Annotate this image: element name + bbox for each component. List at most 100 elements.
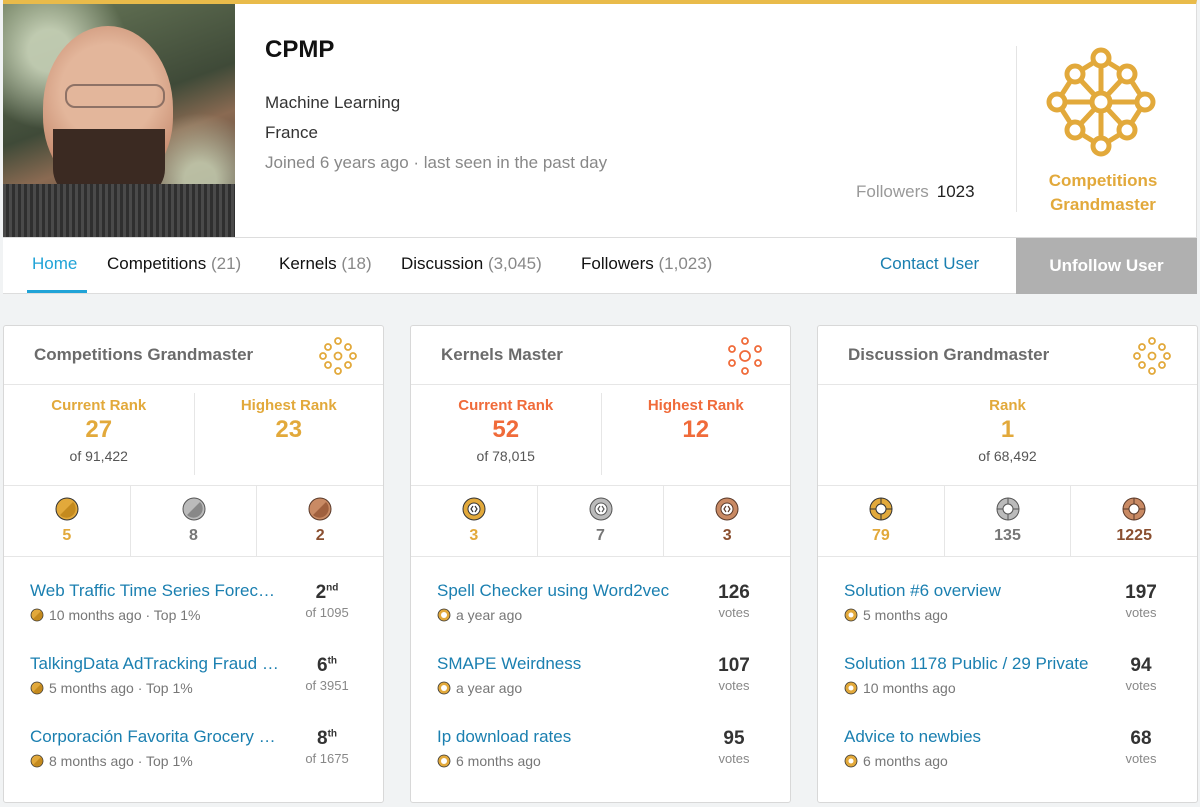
gold-code-medal-icon — [437, 681, 451, 695]
tab-competitions-label: Competitions — [107, 254, 207, 273]
current-rank-total: of 78,015 — [476, 448, 535, 464]
silver-medal-icon — [182, 497, 205, 521]
gold-medal: 79 — [818, 486, 944, 556]
tab-kernels-count: (18) — [341, 254, 372, 273]
gold-code-medal-icon — [437, 754, 451, 768]
silver-medal: 7 — [536, 486, 664, 556]
grandmaster-icon — [319, 337, 357, 375]
silver-discussion-medal-icon — [996, 497, 1019, 521]
gold-medal-icon — [30, 681, 44, 695]
finish-rank-suffix: th — [327, 728, 338, 740]
competition-link[interactable]: Web Traffic Time Series Forecasting — [30, 581, 280, 601]
profile-field: Machine Learning — [265, 93, 401, 112]
gold-medal-count: 79 — [871, 527, 890, 544]
tab-discussion[interactable]: Discussion (3,045) — [401, 254, 542, 274]
votes-label: votes — [1125, 678, 1157, 693]
tab-competitions-count: (21) — [210, 254, 242, 273]
unfollow-user-button[interactable]: Unfollow User — [1016, 238, 1197, 294]
current-rank-value: 52 — [492, 416, 520, 443]
bronze-medal-count: 1225 — [1116, 527, 1152, 544]
followers-count: Followers 1023 — [856, 182, 975, 202]
profile-nav: Home Competitions (21) Kernels (18) Disc… — [3, 237, 1197, 294]
competition-link[interactable]: Corporación Favorita Grocery Sales — [30, 727, 280, 747]
tab-kernels-label: Kernels — [279, 254, 337, 273]
gold-discussion-medal-icon — [844, 681, 858, 695]
medal-counts: 3 7 3 — [411, 486, 790, 557]
list-item: Spell Checker using Word2vec a year ago … — [411, 572, 790, 645]
votes-label: votes — [718, 605, 750, 620]
profile-header: CPMP Machine Learning France Joined 6 ye… — [3, 0, 1197, 237]
current-rank-value: 27 — [85, 416, 113, 443]
list-item: SMAPE Weirdness a year ago 107 votes — [411, 645, 790, 718]
avatar — [3, 4, 235, 237]
bronze-medal: 1225 — [1070, 486, 1197, 556]
item-meta: 10 months ago — [863, 680, 956, 696]
bronze-medal-count: 3 — [722, 527, 732, 544]
finish-rank: 6 — [316, 655, 328, 676]
vote-count: 107 — [718, 655, 750, 676]
finish-rank-suffix: nd — [326, 582, 339, 594]
profile-joined: Joined 6 years ago · last seen in the pa… — [265, 153, 608, 172]
vote-count: 94 — [1130, 655, 1152, 676]
silver-medal-count: 7 — [596, 527, 605, 544]
tab-followers-count: (1,023) — [658, 254, 713, 273]
card-title: Kernels Master — [441, 345, 563, 364]
list-item: Solution 1178 Public / 29 Private 10 mon… — [818, 645, 1197, 718]
item-meta: 5 months ago · Top 1% — [49, 680, 193, 696]
discussion-link[interactable]: Solution 1178 Public / 29 Private — [844, 654, 1094, 674]
item-meta: 10 months ago · Top 1% — [49, 607, 201, 623]
kernel-link[interactable]: Spell Checker using Word2vec — [437, 581, 687, 601]
current-rank-total: of 91,422 — [69, 448, 128, 464]
gold-discussion-medal-icon — [869, 497, 893, 521]
competition-link[interactable]: TalkingData AdTracking Fraud Detection — [30, 654, 280, 674]
tab-followers[interactable]: Followers (1,023) — [581, 254, 712, 274]
discussion-link[interactable]: Advice to newbies — [844, 727, 1094, 747]
tab-home[interactable]: Home — [32, 254, 77, 274]
kernel-link[interactable]: Ip download rates — [437, 727, 687, 747]
card-title: Discussion Grandmaster — [848, 345, 1050, 364]
silver-medal: 8 — [129, 486, 257, 556]
highest-rank-label: Highest Rank — [240, 397, 337, 414]
tab-discussion-label: Discussion — [401, 254, 484, 273]
rank-value: 1 — [1000, 416, 1015, 443]
rank-total: of 68,492 — [978, 448, 1037, 464]
finish-rank: 2 — [315, 582, 327, 603]
gold-discussion-medal-icon — [844, 608, 858, 622]
bronze-medal: 2 — [256, 486, 383, 556]
gold-medal-icon — [30, 608, 44, 622]
gold-medal-count: 3 — [469, 527, 479, 544]
medal-counts: 5 8 2 — [4, 486, 383, 557]
profile-name: CPMP — [265, 36, 335, 63]
active-tab-indicator — [27, 290, 87, 293]
gold-code-medal-icon — [437, 608, 451, 622]
tier-label: Competitions Grandmaster — [1023, 169, 1183, 217]
votes-label: votes — [718, 751, 750, 766]
tab-kernels[interactable]: Kernels (18) — [279, 254, 372, 274]
gold-code-medal-icon — [462, 497, 486, 521]
tab-competitions[interactable]: Competitions (21) — [107, 254, 241, 274]
kernels-card: Kernels Master Current Rank 52 of 78,015… — [410, 325, 791, 803]
item-meta: a year ago — [456, 680, 523, 696]
card-title: Competitions Grandmaster — [34, 345, 254, 364]
finish-rank-suffix: th — [327, 655, 338, 667]
current-rank: Rank 1 of 68,492 — [818, 385, 1197, 485]
competitions-card: Competitions Grandmaster Current Rank 27… — [3, 325, 384, 803]
kernel-link[interactable]: SMAPE Weirdness — [437, 654, 687, 674]
silver-medal: 135 — [943, 486, 1071, 556]
bronze-medal-icon — [308, 497, 332, 521]
list-item: Solution #6 overview 5 months ago 197 vot… — [818, 572, 1197, 645]
followers-label: Followers — [856, 182, 929, 201]
tab-discussion-count: (3,045) — [487, 254, 542, 273]
highest-rank-label: Highest Rank — [647, 397, 744, 414]
header-divider — [1016, 46, 1017, 212]
bronze-discussion-medal-icon — [1122, 497, 1146, 521]
silver-code-medal-icon — [589, 497, 612, 521]
discussion-link[interactable]: Solution #6 overview — [844, 581, 1094, 601]
finish-total: of 1095 — [305, 605, 349, 620]
gold-medal: 5 — [4, 486, 130, 556]
tier-label-line2: Grandmaster — [1050, 195, 1156, 214]
followers-value: 1023 — [936, 182, 975, 201]
contact-user-link[interactable]: Contact User — [880, 254, 979, 274]
list-item: TalkingData AdTracking Fraud Detection 5… — [4, 645, 383, 718]
highest-rank-value: 12 — [682, 416, 710, 443]
